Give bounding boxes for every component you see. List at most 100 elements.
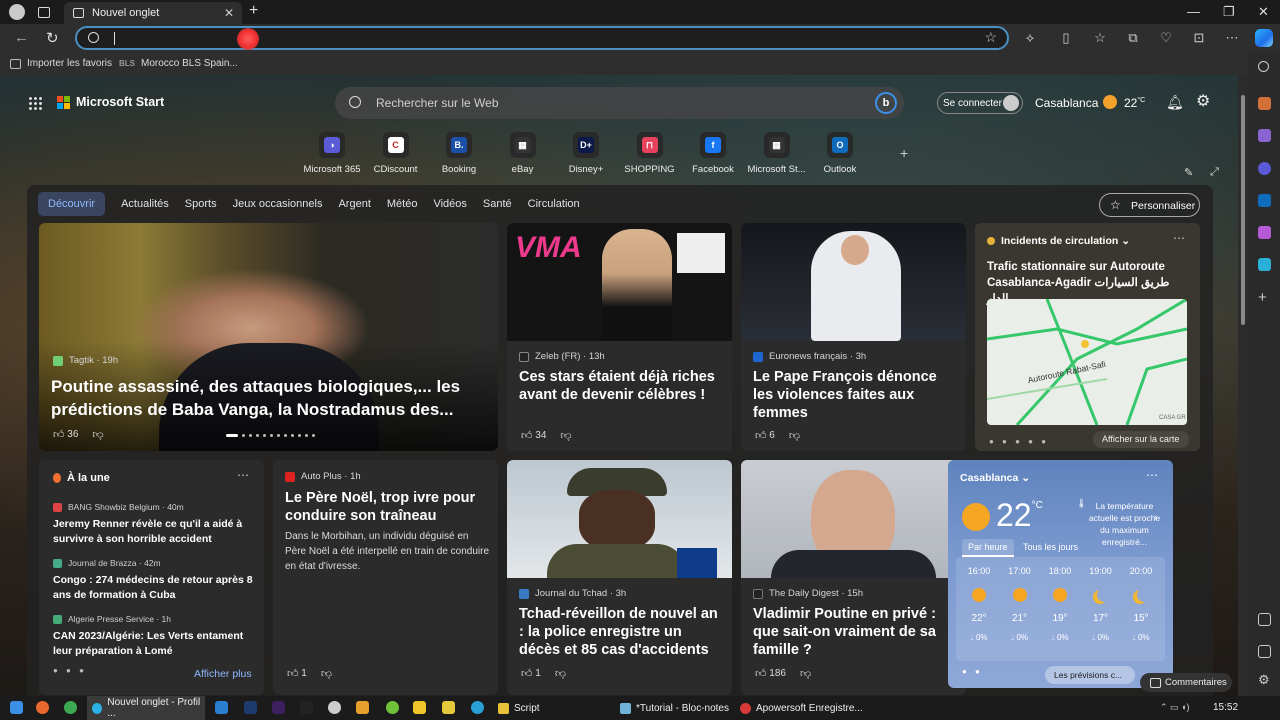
signin-button[interactable]: Se connecter	[937, 92, 1023, 114]
import-favorites-link[interactable]: Importer les favoris	[10, 58, 112, 69]
taskbar-window-apowersoft[interactable]: Apowersoft Enregistre...	[740, 696, 863, 720]
like-icon[interactable]: 👍︎	[755, 667, 767, 680]
weather-city-selector[interactable]: Casablanca ⌄	[960, 472, 1030, 484]
notifications-bell-icon[interactable]: 🔔︎	[1166, 95, 1184, 109]
dislike-icon[interactable]: 👎︎	[789, 429, 800, 442]
forecast-link[interactable]: Les prévisions c...	[1045, 666, 1135, 684]
premiere-icon[interactable]	[272, 701, 285, 714]
screenshot-icon[interactable]: ⊡	[1192, 31, 1206, 45]
brand-title[interactable]: Microsoft Start	[76, 95, 164, 109]
quick-link[interactable]: ⊓ SHOPPING	[618, 132, 682, 175]
headline-item[interactable]: BANG Showbiz Belgium · 40m Jeremy Renner…	[53, 502, 253, 547]
like-icon[interactable]: 👍︎	[53, 428, 65, 441]
expand-feed-icon[interactable]: ⤢	[1210, 166, 1219, 179]
games-icon[interactable]	[1258, 226, 1271, 239]
web-search-box[interactable]: Rechercher sur le Web b	[335, 87, 904, 119]
comments-button[interactable]: Commentaires	[1140, 673, 1232, 692]
quick-link[interactable]: B. Booking	[427, 132, 491, 175]
extensions-icon[interactable]: ⟡	[1023, 31, 1037, 45]
app-icon[interactable]	[442, 701, 455, 714]
chevron-right-icon[interactable]: ›	[1154, 512, 1157, 523]
quick-link[interactable]: ▦ Microsoft St...	[745, 132, 809, 175]
browser-tab-new-tab[interactable]: Nouvel onglet ✕	[64, 2, 242, 24]
minimize-icon[interactable]: —	[1187, 4, 1200, 19]
tools-icon[interactable]	[1258, 129, 1271, 142]
app-icon[interactable]	[215, 701, 228, 714]
hero-news-card[interactable]: Tagtik · 19h Poutine assassiné, des atta…	[39, 223, 498, 451]
photoshop-icon[interactable]	[244, 701, 257, 714]
quick-link[interactable]: D+ Disney+	[554, 132, 618, 175]
file-explorer-icon[interactable]	[413, 701, 426, 714]
card-source[interactable]: The Daily Digest · 15h	[753, 588, 863, 599]
outlook-icon[interactable]	[1258, 194, 1271, 207]
card-title[interactable]: Le Pape François dénonce les violences f…	[753, 368, 958, 422]
news-card-santa[interactable]: Auto Plus · 1h Le Père Noël, trop ivre p…	[273, 460, 498, 695]
like-icon[interactable]: 👍︎	[521, 667, 533, 680]
carousel-dots[interactable]	[226, 434, 315, 437]
telegram-icon[interactable]	[471, 701, 484, 714]
clock[interactable]: 15:52	[1213, 702, 1238, 713]
copilot-icon[interactable]	[1255, 29, 1273, 47]
weather-card[interactable]: Casablanca ⌄ ⋯ 22°C 🌡︎ La température ac…	[948, 460, 1173, 688]
app-launcher-icon[interactable]	[28, 96, 42, 110]
personalize-button[interactable]: ☆ Personnaliser	[1099, 193, 1200, 217]
address-bar-input[interactable]: ☆	[75, 26, 1009, 50]
feed-tab[interactable]: Sports	[185, 198, 217, 210]
search-icon[interactable]	[1258, 61, 1269, 72]
app-icon[interactable]	[386, 701, 399, 714]
sidebar-settings-icon[interactable]: ⚙	[1258, 673, 1271, 686]
more-options-icon[interactable]: ⋯	[1225, 31, 1239, 45]
news-card-vma[interactable]: VMA Zeleb (FR) · 13h Ces stars étaient d…	[507, 223, 732, 451]
bing-chat-icon[interactable]: b	[875, 92, 897, 114]
split-screen-icon[interactable]: ▯	[1059, 31, 1073, 45]
dislike-icon[interactable]: 👎︎	[800, 667, 811, 680]
new-tab-button[interactable]: +	[249, 2, 258, 20]
feed-tab[interactable]: Découvrir	[38, 192, 106, 216]
dislike-icon[interactable]: 👎︎	[321, 667, 332, 680]
hide-sidebar-icon[interactable]	[1258, 645, 1271, 658]
taskbar-window-notepad[interactable]: *Tutorial - Bloc-notes	[620, 696, 729, 720]
news-card-putin-family[interactable]: The Daily Digest · 15h Vladimir Poutine …	[741, 460, 966, 695]
card-source[interactable]: Auto Plus · 1h	[285, 471, 361, 482]
performance-icon[interactable]: ♡	[1159, 31, 1173, 45]
tab-actions-icon[interactable]	[38, 6, 50, 18]
quick-link[interactable]: O Outlook	[808, 132, 872, 175]
traffic-carousel-dots[interactable]: ● ● ● ● ●	[989, 437, 1049, 446]
like-icon[interactable]: 👍︎	[287, 667, 299, 680]
card-title[interactable]: Tchad-réveillon de nouvel an : la police…	[519, 605, 724, 659]
card-title[interactable]: Ces stars étaient déjà riches avant de d…	[519, 368, 724, 404]
quick-link[interactable]: C CDiscount	[364, 132, 428, 175]
quick-link[interactable]: f Facebook	[681, 132, 745, 175]
chrome-icon[interactable]	[64, 701, 77, 714]
more-options-icon[interactable]: ⋯	[1146, 468, 1158, 482]
headline-item[interactable]: Journal de Brazza · 42m Congo : 274 méde…	[53, 558, 253, 603]
send-icon[interactable]	[1258, 258, 1271, 271]
app-icon[interactable]	[328, 701, 341, 714]
taskbar-window-edge[interactable]: Nouvel onglet - Profil ...	[87, 696, 205, 720]
microsoft365-icon[interactable]	[1258, 162, 1271, 175]
dislike-icon[interactable]: 👎︎	[92, 428, 103, 441]
dislike-icon[interactable]: 👎︎	[560, 429, 571, 442]
traffic-card[interactable]: Incidents de circulation ⌄ ⋯ Trafic stat…	[975, 223, 1200, 451]
like-icon[interactable]: 👍︎	[521, 429, 533, 442]
feed-tab[interactable]: Météo	[387, 198, 418, 210]
traffic-header[interactable]: Incidents de circulation ⌄	[987, 235, 1130, 247]
favorite-morocco-bls-link[interactable]: BLS Morocco BLS Spain...	[119, 58, 238, 69]
app-icon[interactable]	[356, 701, 369, 714]
taskbar-window-script[interactable]: Script	[498, 696, 540, 720]
feed-tab[interactable]: Argent	[338, 198, 370, 210]
show-more-link[interactable]: Afficher plus	[194, 668, 252, 680]
edit-background-icon[interactable]: ✎	[1184, 166, 1193, 179]
headline-item[interactable]: Algerie Presse Service · 1h CAN 2023/Alg…	[53, 614, 253, 659]
sidebar-layout-icon[interactable]	[1258, 613, 1271, 626]
header-temperature[interactable]: 22°C	[1124, 96, 1145, 110]
feed-tab[interactable]: Jeux occasionnels	[233, 198, 323, 210]
traffic-map[interactable]: Autoroute Rabat-Safi CASA GR	[987, 299, 1187, 425]
more-options-icon[interactable]: ⋯	[237, 468, 249, 482]
feed-tab[interactable]: Vidéos	[433, 198, 466, 210]
more-options-icon[interactable]: ⋯	[1173, 231, 1185, 245]
hero-title[interactable]: Poutine assassiné, des attaques biologiq…	[51, 375, 481, 421]
maximize-icon[interactable]: ❐	[1223, 4, 1235, 20]
card-title[interactable]: Vladimir Poutine en privé : que sait-on …	[753, 605, 958, 659]
favorites-icon[interactable]: ☆	[1093, 31, 1107, 45]
